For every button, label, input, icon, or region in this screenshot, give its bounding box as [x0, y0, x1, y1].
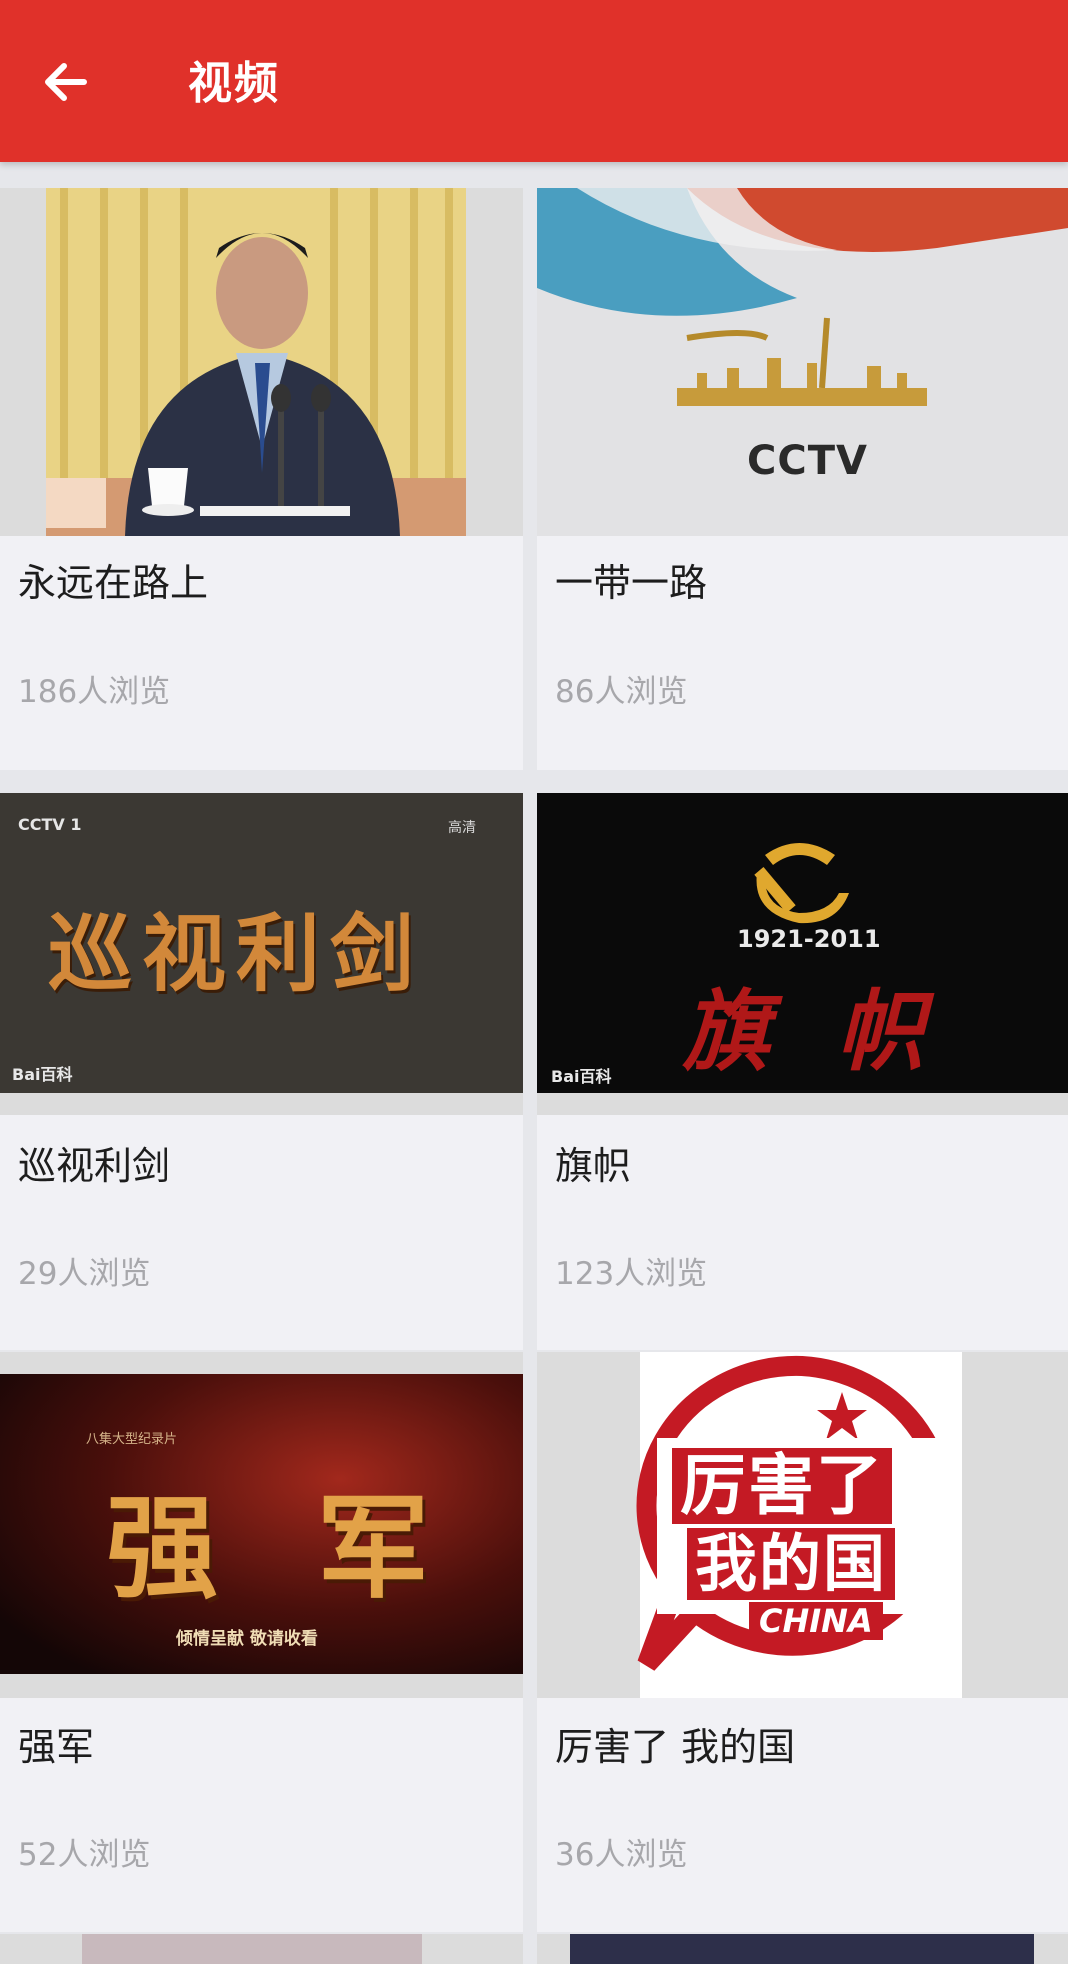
video-card[interactable]: 厉害了 我的国 CHINA 厉害了 我的国 36人浏览 [537, 1352, 1068, 1932]
view-count: 29人浏览 [18, 1256, 151, 1292]
video-card[interactable]: CCTV 一带一路 86人浏览 [537, 188, 1068, 770]
video-title: 旗帜 [555, 1144, 632, 1188]
video-thumbnail: 厉害了 我的国 CHINA [537, 1352, 1068, 1698]
view-count: 123人浏览 [555, 1256, 708, 1292]
tagline: 倾情呈献 敬请收看 [176, 1629, 318, 1649]
video-thumbnail: 1921-2011 旗 帜 Bai百科 [537, 793, 1068, 1115]
baike-watermark: Bai百科 [551, 1067, 612, 1086]
video-thumbnail [537, 1934, 1068, 1964]
video-card[interactable] [537, 1934, 1068, 1964]
view-count: 86人浏览 [555, 674, 688, 710]
video-thumbnail: CCTV [537, 188, 1068, 536]
back-button[interactable] [36, 52, 96, 112]
page-title: 视频 [188, 58, 280, 109]
series-label: 八集大型纪录片 [86, 1432, 178, 1447]
video-title: 永远在路上 [18, 561, 209, 605]
app-bar: 视频 [0, 0, 1068, 162]
video-thumbnail: 八集大型纪录片 强 军 倾情呈献 敬请收看 [0, 1352, 523, 1698]
video-title: 强军 [18, 1725, 95, 1769]
cctv-logo: CCTV [747, 438, 868, 484]
video-title: 厉害了 我的国 [555, 1725, 796, 1769]
video-thumbnail [0, 1934, 523, 1964]
quality-label: 高清 [448, 820, 476, 836]
video-thumbnail [0, 188, 523, 536]
baike-watermark: Bai百科 [12, 1065, 73, 1084]
view-count: 186人浏览 [18, 674, 171, 710]
video-title: 巡视利剑 [18, 1144, 171, 1188]
year-range: 1921-2011 [737, 925, 881, 953]
thumbnail-line2: 我的国 [687, 1528, 896, 1600]
video-card[interactable]: 八集大型纪录片 强 军 倾情呈献 敬请收看 强军 52人浏览 [0, 1352, 523, 1932]
video-card[interactable]: CCTV 1 高清 巡视利剑 Bai百科 巡视利剑 29人浏览 [0, 793, 523, 1350]
thumbnail-title: 旗 帜 [682, 979, 943, 1083]
thumbnail-line3: CHINA [749, 1602, 883, 1640]
thumbnail-line1: 厉害了 [672, 1448, 892, 1524]
thumbnail-title: 强 军 [106, 1483, 459, 1614]
view-count: 36人浏览 [555, 1837, 688, 1873]
thumbnail-title: 巡视利剑 [48, 904, 425, 1003]
channel-logo: CCTV 1 [18, 815, 82, 834]
video-thumbnail: CCTV 1 高清 巡视利剑 Bai百科 [0, 793, 523, 1115]
video-title: 一带一路 [555, 561, 708, 605]
view-count: 52人浏览 [18, 1837, 151, 1873]
video-card[interactable] [0, 1934, 523, 1964]
video-card[interactable]: 永远在路上 186人浏览 [0, 188, 523, 770]
video-card[interactable]: 1921-2011 旗 帜 Bai百科 旗帜 123人浏览 [537, 793, 1068, 1350]
arrow-left-icon [45, 63, 87, 101]
